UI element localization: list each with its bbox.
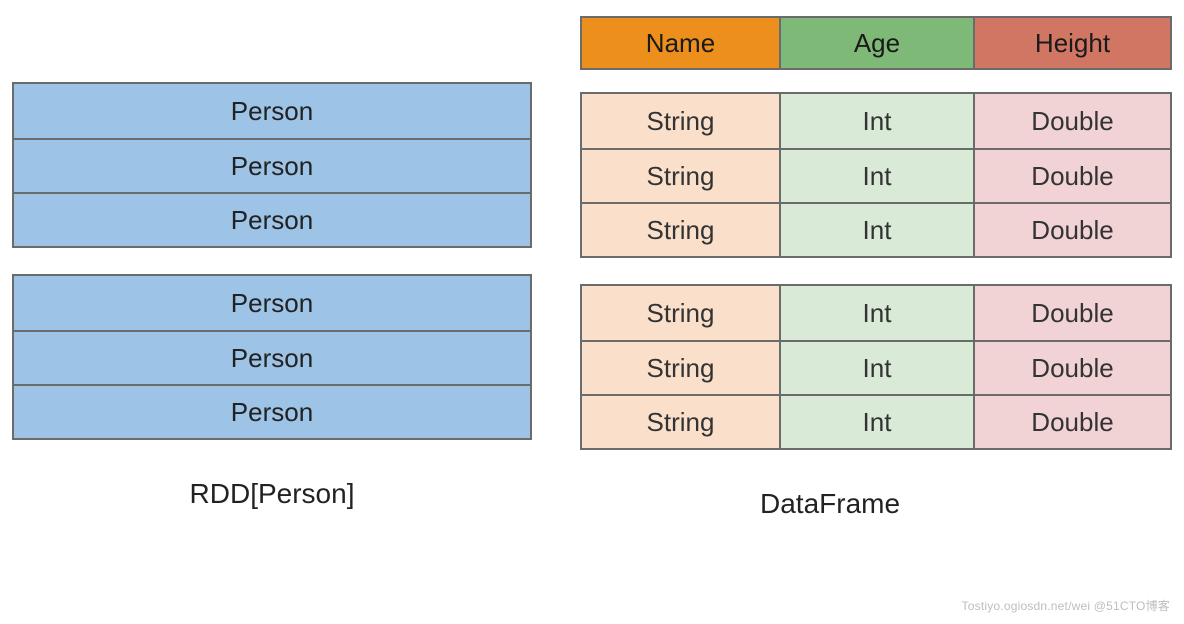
diagram-root: Person Person Person Person Person Perso… <box>0 0 1184 624</box>
cell-int: Int <box>779 286 973 340</box>
cell-double: Double <box>973 150 1170 202</box>
cell-string: String <box>582 286 779 340</box>
rdd-block-1: Person Person Person <box>12 82 532 248</box>
watermark-text: Tostiyo.ogiosdn.net/wei @51CTO博客 <box>962 597 1170 614</box>
cell-string: String <box>582 396 779 448</box>
dataframe-caption: DataFrame <box>620 488 1172 520</box>
rdd-caption: RDD[Person] <box>12 478 532 510</box>
cell-string: String <box>582 204 779 256</box>
cell-int: Int <box>779 94 973 148</box>
cell-string: String <box>582 342 779 394</box>
cell-int: Int <box>779 150 973 202</box>
dataframe-row: String Int Double <box>582 340 1170 394</box>
rdd-column: Person Person Person Person Person Perso… <box>12 16 532 618</box>
rdd-block-2: Person Person Person <box>12 274 532 440</box>
header-age: Age <box>779 18 973 68</box>
cell-string: String <box>582 150 779 202</box>
cell-double: Double <box>973 204 1170 256</box>
dataframe-block-2: String Int Double String Int Double Stri… <box>580 284 1172 450</box>
dataframe-row: String Int Double <box>582 394 1170 448</box>
cell-int: Int <box>779 342 973 394</box>
rdd-cell-label: Person <box>231 96 313 127</box>
rdd-cell-label: Person <box>231 397 313 428</box>
header-height: Height <box>973 18 1170 68</box>
cell-double: Double <box>973 94 1170 148</box>
dataframe-row: String Int Double <box>582 94 1170 148</box>
rdd-header-spacer <box>12 16 532 82</box>
rdd-cell-label: Person <box>231 288 313 319</box>
dataframe-block-1: String Int Double String Int Double Stri… <box>580 92 1172 258</box>
rdd-cell-label: Person <box>231 205 313 236</box>
rdd-row: Person <box>14 138 530 192</box>
rdd-cell-label: Person <box>231 343 313 374</box>
rdd-row: Person <box>14 276 530 330</box>
cell-string: String <box>582 94 779 148</box>
cell-int: Int <box>779 396 973 448</box>
rdd-row: Person <box>14 192 530 246</box>
dataframe-row: String Int Double <box>582 148 1170 202</box>
rdd-row: Person <box>14 84 530 138</box>
rdd-cell-label: Person <box>231 151 313 182</box>
rdd-row: Person <box>14 330 530 384</box>
rdd-row: Person <box>14 384 530 438</box>
cell-double: Double <box>973 396 1170 448</box>
dataframe-column: Name Age Height String Int Double String… <box>580 16 1172 618</box>
cell-double: Double <box>973 286 1170 340</box>
cell-int: Int <box>779 204 973 256</box>
cell-double: Double <box>973 342 1170 394</box>
header-name: Name <box>582 18 779 68</box>
dataframe-row: String Int Double <box>582 202 1170 256</box>
dataframe-header: Name Age Height <box>580 16 1172 70</box>
dataframe-row: String Int Double <box>582 286 1170 340</box>
